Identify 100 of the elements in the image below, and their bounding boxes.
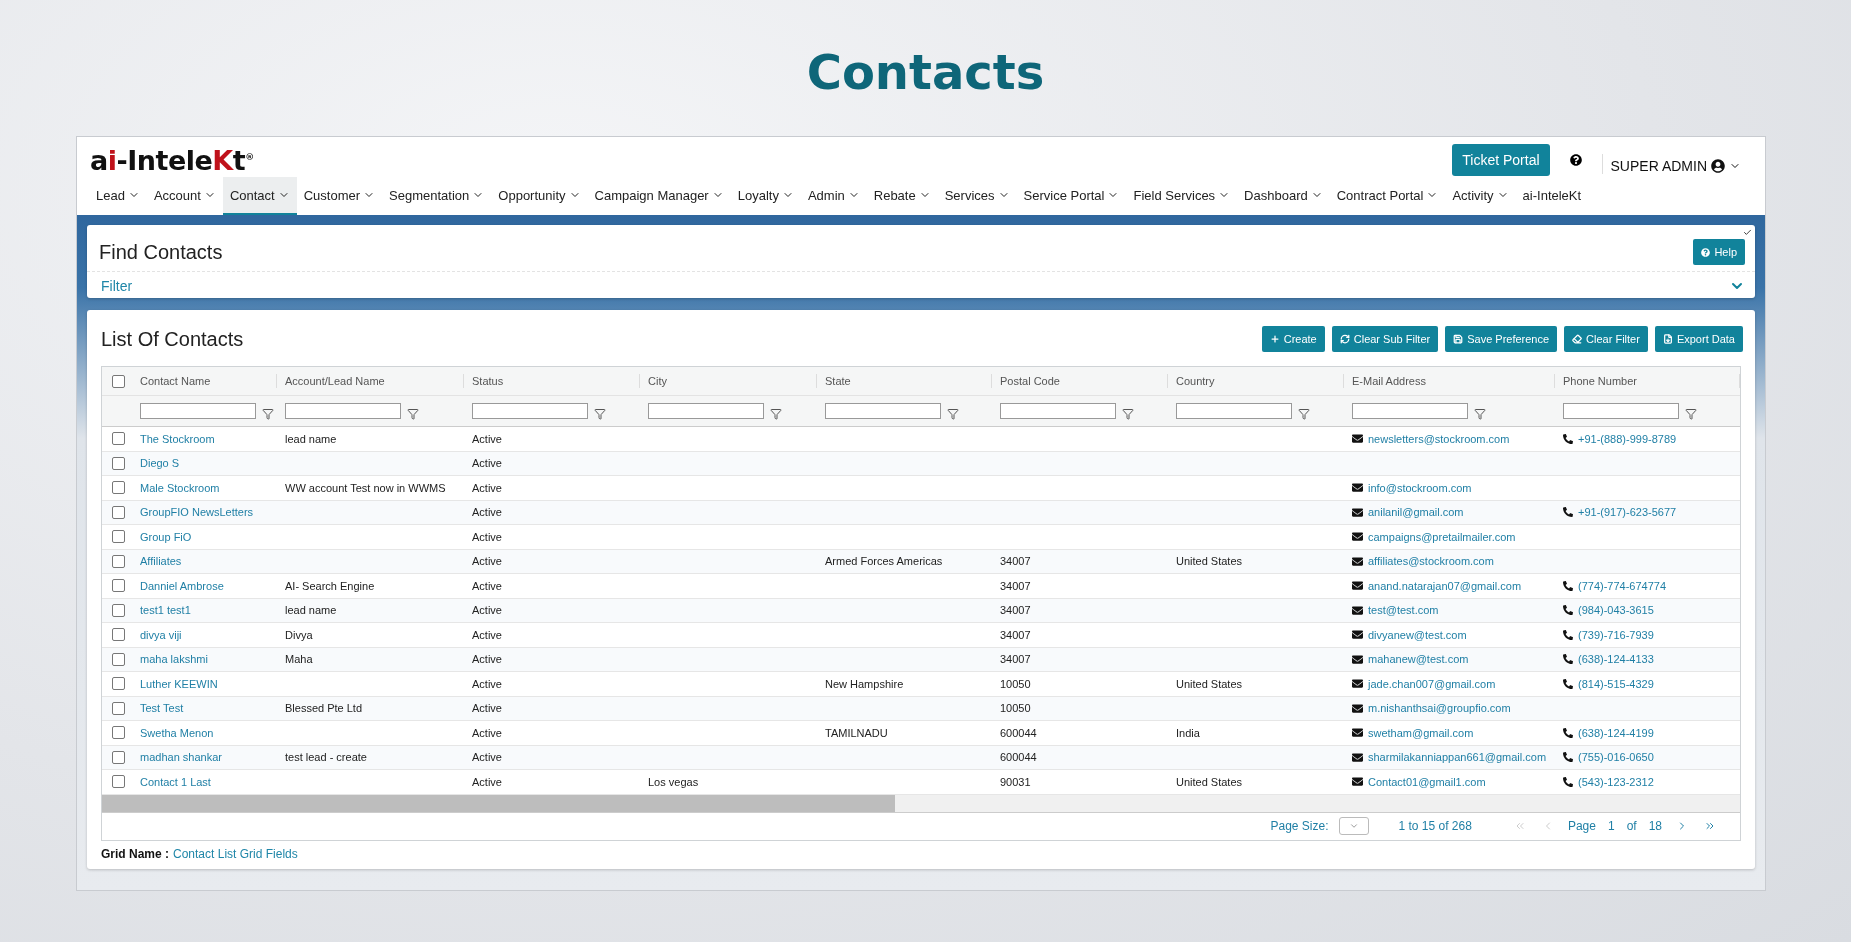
table-link[interactable]: Contact 1 Last bbox=[140, 775, 211, 788]
help-icon[interactable] bbox=[1569, 154, 1582, 166]
checkbox[interactable] bbox=[112, 530, 125, 544]
table-link[interactable]: Group FiO bbox=[140, 530, 192, 543]
filter-icon[interactable] bbox=[262, 408, 274, 420]
filter-input[interactable] bbox=[1176, 403, 1292, 419]
nav-tab[interactable]: Segmentation bbox=[382, 177, 492, 215]
filter-icon[interactable] bbox=[947, 408, 959, 420]
table-link[interactable]: info@stockroom.com bbox=[1368, 481, 1472, 494]
nav-tab[interactable]: Opportunity bbox=[491, 177, 588, 215]
ticket-portal-button[interactable]: Ticket Portal bbox=[1452, 144, 1550, 176]
column-header[interactable]: Status bbox=[464, 374, 640, 388]
column-header[interactable]: City bbox=[640, 374, 817, 388]
nav-tab[interactable]: Dashboard bbox=[1237, 177, 1330, 215]
checkbox[interactable] bbox=[112, 432, 125, 446]
table-link[interactable]: divyanew@test.com bbox=[1368, 628, 1467, 641]
table-link[interactable]: mahanew@test.com bbox=[1368, 653, 1469, 666]
table-link[interactable]: m.nishanthsai@groupfio.com bbox=[1368, 702, 1511, 715]
table-link[interactable]: +91-(888)-999-8789 bbox=[1578, 432, 1677, 445]
checkbox[interactable] bbox=[112, 628, 125, 642]
nav-tab[interactable]: ai-InteleKt bbox=[1515, 177, 1589, 215]
table-link[interactable]: Danniel Ambrose bbox=[140, 579, 224, 592]
column-header[interactable]: Postal Code bbox=[992, 374, 1168, 388]
table-link[interactable]: The Stockroom bbox=[140, 432, 215, 445]
table-link[interactable]: GroupFIO NewsLetters bbox=[140, 506, 254, 519]
grid-name-link[interactable]: Contact List Grid Fields bbox=[173, 846, 298, 861]
checkbox[interactable] bbox=[112, 554, 125, 568]
filter-icon[interactable] bbox=[770, 408, 782, 420]
column-header[interactable]: State bbox=[817, 374, 992, 388]
checkbox[interactable] bbox=[112, 579, 125, 593]
checkbox[interactable] bbox=[112, 481, 125, 495]
nav-tab[interactable]: Contact bbox=[222, 177, 297, 215]
nav-tab[interactable]: Contract Portal bbox=[1329, 177, 1446, 215]
table-link[interactable]: swetham@gmail.com bbox=[1368, 726, 1474, 739]
table-link[interactable]: (984)-043-3615 bbox=[1578, 604, 1654, 617]
table-link[interactable]: (814)-515-4329 bbox=[1578, 677, 1654, 690]
checkbox[interactable] bbox=[112, 750, 125, 764]
table-link[interactable]: (739)-716-7939 bbox=[1578, 628, 1654, 641]
create-button[interactable]: Create bbox=[1261, 326, 1325, 352]
user-menu[interactable]: SUPER ADMIN bbox=[1601, 154, 1765, 174]
nav-tab[interactable]: Rebate bbox=[866, 177, 938, 215]
table-link[interactable]: newsletters@stockroom.com bbox=[1368, 432, 1510, 445]
table-link[interactable]: madhan shankar bbox=[140, 751, 222, 764]
checkbox[interactable] bbox=[112, 775, 125, 789]
table-link[interactable]: affiliates@stockroom.com bbox=[1368, 555, 1494, 568]
table-link[interactable]: (638)-124-4133 bbox=[1578, 653, 1654, 666]
table-link[interactable]: maha lakshmi bbox=[140, 653, 208, 666]
filter-icon[interactable] bbox=[407, 408, 419, 420]
table-link[interactable]: (543)-123-2312 bbox=[1578, 775, 1654, 788]
table-link[interactable]: (755)-016-0650 bbox=[1578, 751, 1654, 764]
filter-icon[interactable] bbox=[1122, 408, 1134, 420]
table-link[interactable]: anilanil@gmail.com bbox=[1368, 506, 1464, 519]
nav-tab[interactable]: Field Services bbox=[1126, 177, 1238, 215]
save-button[interactable]: Save Preference bbox=[1445, 326, 1558, 352]
table-link[interactable]: divya viji bbox=[140, 628, 182, 641]
help-button[interactable]: Help bbox=[1693, 239, 1745, 265]
filter-link[interactable]: Filter bbox=[101, 278, 133, 294]
filter-icon[interactable] bbox=[1474, 408, 1486, 420]
table-link[interactable]: Contact01@gmail1.com bbox=[1368, 775, 1486, 788]
table-link[interactable]: anand.natarajan07@gmail.com bbox=[1368, 579, 1522, 592]
filter-input[interactable] bbox=[140, 403, 256, 419]
filter-input[interactable] bbox=[1563, 403, 1679, 419]
table-link[interactable]: sharmilakanniappan661@gmail.com bbox=[1368, 751, 1547, 764]
table-link[interactable]: campaigns@pretailmailer.com bbox=[1368, 530, 1516, 543]
export-button[interactable]: Export Data bbox=[1654, 326, 1743, 352]
nav-tab[interactable]: Account bbox=[146, 177, 223, 215]
filter-input[interactable] bbox=[1352, 403, 1468, 419]
checkbox[interactable] bbox=[112, 456, 125, 470]
table-link[interactable]: test@test.com bbox=[1368, 604, 1439, 617]
erase-button[interactable]: Clear Filter bbox=[1564, 326, 1648, 352]
column-header[interactable]: Account/Lead Name bbox=[277, 374, 464, 388]
nav-tab[interactable]: Activity bbox=[1445, 177, 1516, 215]
table-link[interactable]: Test Test bbox=[140, 702, 184, 715]
nav-tab[interactable]: Customer bbox=[296, 177, 383, 215]
checkbox[interactable] bbox=[112, 603, 125, 617]
checkbox[interactable] bbox=[112, 374, 125, 388]
table-link[interactable]: (638)-124-4199 bbox=[1578, 726, 1654, 739]
column-header[interactable]: Phone Number bbox=[1555, 374, 1740, 388]
column-header[interactable]: Country bbox=[1168, 374, 1344, 388]
filter-icon[interactable] bbox=[1298, 408, 1310, 420]
checkbox[interactable] bbox=[112, 652, 125, 666]
filter-input[interactable] bbox=[472, 403, 588, 419]
nav-tab[interactable]: Service Portal bbox=[1016, 177, 1127, 215]
nav-tab[interactable]: Admin bbox=[800, 177, 867, 215]
filter-input[interactable] bbox=[648, 403, 764, 419]
checkbox[interactable] bbox=[112, 726, 125, 740]
filter-input[interactable] bbox=[285, 403, 401, 419]
table-link[interactable]: Diego S bbox=[140, 457, 180, 470]
table-link[interactable]: +91-(917)-623-5677 bbox=[1578, 506, 1677, 519]
table-link[interactable]: Affiliates bbox=[140, 555, 182, 568]
table-link[interactable]: Swetha Menon bbox=[140, 726, 214, 739]
filter-icon[interactable] bbox=[594, 408, 606, 420]
checkbox[interactable] bbox=[112, 505, 125, 519]
filter-icon[interactable] bbox=[1685, 408, 1697, 420]
checkbox[interactable] bbox=[112, 677, 125, 691]
nav-tab[interactable]: Lead bbox=[89, 177, 147, 215]
checkbox[interactable] bbox=[112, 701, 125, 715]
column-header[interactable]: Contact Name bbox=[132, 374, 277, 388]
table-link[interactable]: Luther KEEWIN bbox=[140, 677, 218, 690]
nav-tab[interactable]: Loyalty bbox=[730, 177, 801, 215]
